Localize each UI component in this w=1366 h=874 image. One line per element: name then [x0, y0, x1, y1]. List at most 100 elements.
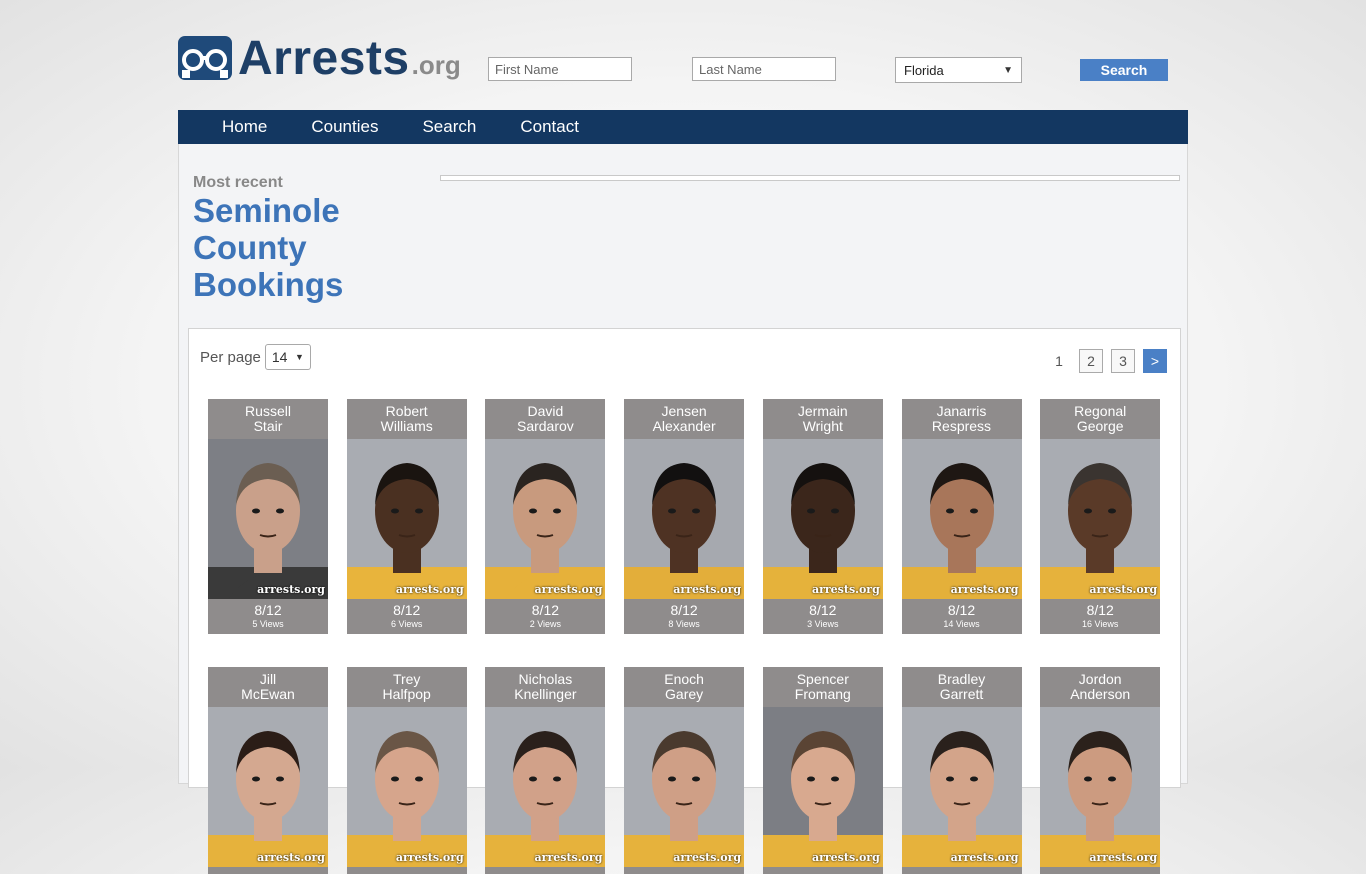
booking-last-name: Respress — [931, 418, 992, 434]
watermark: arrests.org — [395, 583, 464, 596]
mugshot-photo[interactable]: arrests.org — [901, 707, 1022, 867]
booking-card[interactable]: Trey Halfpop arrests.org — [346, 667, 467, 874]
booking-name[interactable]: Nicholas Knellinger — [485, 667, 605, 707]
pagination: 1 2 3 > — [1039, 349, 1167, 373]
watermark: arrests.org — [534, 851, 603, 864]
booking-card[interactable]: Enoch Garey arrests.org — [624, 667, 745, 874]
mugshot-photo[interactable]: arrests.org — [762, 439, 883, 599]
booking-views: 3 Views — [807, 619, 839, 629]
mugshot-photo[interactable]: arrests.org — [1040, 707, 1161, 867]
mugshot-illustration — [485, 463, 606, 599]
per-page-control: Per page 14 ▼ — [200, 344, 311, 370]
mugshot-illustration — [901, 463, 1022, 599]
mugshot-photo[interactable]: arrests.org — [346, 707, 467, 867]
booking-card[interactable]: Robert Williams arrests.org 8/12 6 Views — [346, 399, 467, 634]
mugshot-photo[interactable]: arrests.org — [1040, 439, 1161, 599]
mugshot-photo[interactable]: arrests.org — [901, 439, 1022, 599]
page-2-link[interactable]: 2 — [1079, 349, 1103, 373]
booking-first-name: David — [527, 403, 564, 419]
mugshot-photo[interactable]: arrests.org — [485, 707, 606, 867]
first-name-input[interactable] — [488, 57, 632, 81]
watermark: arrests.org — [1089, 851, 1158, 864]
booking-last-name: Garrett — [939, 686, 984, 702]
most-recent-label: Most recent — [193, 174, 283, 191]
watermark: arrests.org — [950, 851, 1019, 864]
booking-last-name: Wright — [802, 418, 843, 434]
mugshot-photo[interactable]: arrests.org — [624, 707, 745, 867]
booking-views: 8 Views — [668, 619, 700, 629]
nav-search[interactable]: Search — [422, 117, 476, 137]
booking-card[interactable]: Jill McEwan arrests.org — [208, 667, 328, 874]
booking-name[interactable]: Spencer Fromang — [763, 667, 883, 707]
page-3-link[interactable]: 3 — [1111, 349, 1135, 373]
booking-date: 8/12 — [670, 602, 698, 618]
watermark: arrests.org — [673, 583, 742, 596]
booking-card[interactable]: Spencer Fromang arrests.org — [762, 667, 883, 874]
mugshot-illustration — [762, 731, 883, 867]
state-select[interactable]: Florida ▼ — [895, 57, 1022, 83]
page-title-line: Seminole — [193, 192, 340, 229]
booking-name[interactable]: Janarris Respress — [902, 399, 1022, 439]
main-content: Most recent Seminole County Bookings Per… — [178, 144, 1188, 874]
booking-card[interactable]: Regonal George arrests.org 8/12 16 Views — [1040, 399, 1161, 634]
watermark: arrests.org — [950, 583, 1019, 596]
per-page-select[interactable]: 14 ▼ — [264, 344, 311, 370]
mugshot-photo[interactable]: arrests.org — [208, 707, 328, 867]
site-logo[interactable]: Arrests .org — [178, 33, 461, 83]
booking-last-name: Anderson — [1070, 686, 1131, 702]
search-button[interactable]: Search — [1080, 59, 1168, 81]
booking-first-name: Trey — [392, 671, 421, 687]
mugshot-illustration — [346, 731, 467, 867]
watermark: arrests.org — [1089, 583, 1158, 596]
booking-card[interactable]: Jordon Anderson arrests.org — [1040, 667, 1161, 874]
booking-last-name: Knellinger — [514, 686, 577, 702]
mugshot-photo[interactable]: arrests.org — [346, 439, 467, 599]
mugshot-photo[interactable]: arrests.org — [208, 439, 328, 599]
booking-name[interactable]: Jill McEwan — [208, 667, 328, 707]
nav-contact[interactable]: Contact — [520, 117, 579, 137]
page-title: Seminole County Bookings — [193, 192, 423, 303]
booking-views: 16 Views — [1082, 619, 1119, 629]
booking-name[interactable]: Regonal George — [1040, 399, 1160, 439]
mugshot-illustration — [762, 463, 883, 599]
booking-name[interactable]: Jermain Wright — [763, 399, 883, 439]
watermark: arrests.org — [534, 583, 603, 596]
booking-date: 8/12 — [531, 602, 560, 618]
next-page-button[interactable]: > — [1143, 349, 1167, 373]
booking-first-name: Bradley — [937, 671, 986, 687]
booking-name[interactable]: Jensen Alexander — [624, 399, 744, 439]
page-title-line: Bookings — [193, 266, 344, 303]
booking-card[interactable]: David Sardarov arrests.org 8/12 2 Views — [485, 399, 606, 634]
booking-last-name: George — [1076, 418, 1124, 434]
booking-views: 2 Views — [529, 619, 562, 629]
nav-home[interactable]: Home — [222, 117, 267, 137]
handcuffs-logo-icon — [178, 36, 232, 80]
booking-last-name: Halfpop — [382, 686, 431, 702]
mugshot-photo[interactable]: arrests.org — [485, 439, 606, 599]
booking-name[interactable]: Robert Williams — [347, 399, 467, 439]
booking-card[interactable]: Jermain Wright arrests.org 8/12 3 Views — [762, 399, 883, 634]
mugshot-photo[interactable]: arrests.org — [762, 707, 883, 867]
booking-name[interactable]: Jordon Anderson — [1040, 667, 1160, 707]
booking-name[interactable]: Trey Halfpop — [347, 667, 467, 707]
booking-date: 8/12 — [947, 602, 976, 618]
state-select-value: Florida — [904, 62, 944, 78]
booking-name[interactable]: Bradley Garrett — [902, 667, 1022, 707]
watermark: arrests.org — [811, 851, 880, 864]
booking-name[interactable]: Russell Stair — [208, 399, 328, 439]
booking-last-name: McEwan — [241, 686, 295, 702]
mugshot-illustration — [1040, 463, 1161, 599]
booking-name[interactable]: Enoch Garey — [624, 667, 744, 707]
booking-card[interactable]: Bradley Garrett arrests.org — [901, 667, 1022, 874]
booking-card[interactable]: Russell Stair arrests.org 8/12 5 Views — [208, 399, 328, 634]
booking-first-name: Robert — [385, 403, 428, 419]
chevron-down-icon: ▼ — [1003, 64, 1013, 76]
mugshot-photo[interactable]: arrests.org — [624, 439, 745, 599]
booking-name[interactable]: David Sardarov — [485, 399, 605, 439]
booking-card[interactable]: Jensen Alexander arrests.org 8/12 8 Views — [624, 399, 745, 634]
booking-card[interactable]: Janarris Respress arrests.org 8/12 14 Views — [901, 399, 1022, 634]
booking-views — [624, 870, 744, 874]
last-name-input[interactable] — [692, 57, 836, 81]
booking-card[interactable]: Nicholas Knellinger arrests.org — [485, 667, 606, 874]
nav-counties[interactable]: Counties — [311, 117, 378, 137]
